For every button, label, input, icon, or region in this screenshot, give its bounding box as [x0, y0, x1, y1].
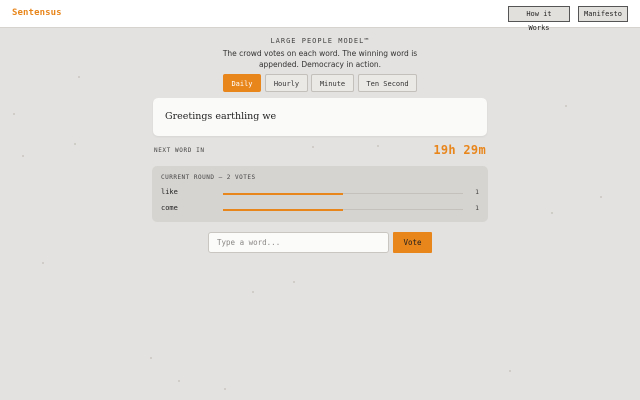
brand-logo[interactable]: Sentensus: [12, 8, 62, 18]
vote-bar-fill: [223, 208, 343, 211]
tab-daily[interactable]: Daily: [223, 74, 261, 92]
sentence-card: Greetings earthling we: [153, 98, 487, 136]
background-speck: [312, 146, 314, 148]
background-speck: [42, 262, 44, 264]
sentence-text: Greetings earthling we: [165, 111, 277, 122]
background-speck: [150, 357, 152, 359]
how-it-works-button[interactable]: How it Works: [508, 6, 570, 32]
vote-option-count: 1: [475, 188, 479, 196]
background-speck: [74, 143, 76, 145]
tab-minute[interactable]: Minute: [311, 74, 354, 92]
next-word-label: NEXT WORD IN: [154, 147, 205, 154]
vote-button[interactable]: Vote: [393, 232, 432, 253]
tab-hourly[interactable]: Hourly: [265, 74, 308, 92]
background-speck: [293, 281, 295, 283]
vote-bar-fill: [223, 192, 343, 195]
page-subtitle: The crowd votes on each word. The winnin…: [222, 49, 418, 69]
background-speck: [565, 105, 567, 107]
page-title: LARGE PEOPLE MODEL™: [270, 37, 370, 45]
vote-bar-track: [223, 208, 463, 211]
countdown-timer: 19h 29m: [433, 143, 486, 157]
background-speck: [78, 76, 80, 78]
vote-option-row: like 1: [152, 188, 488, 198]
vote-option-count: 1: [475, 204, 479, 212]
tab-ten-second[interactable]: Ten Second: [358, 74, 417, 92]
background-speck: [551, 212, 553, 214]
word-input[interactable]: [208, 232, 389, 253]
background-speck: [377, 145, 379, 147]
current-round-panel: CURRENT ROUND — 2 VOTES like 1 come 1: [152, 166, 488, 222]
top-bar: Sentensus How it Works Manifesto: [0, 0, 640, 32]
manifesto-button[interactable]: Manifesto: [578, 6, 628, 22]
round-label: CURRENT ROUND — 2 VOTES: [161, 174, 256, 181]
vote-option-word: come: [161, 204, 178, 212]
background-speck: [224, 388, 226, 390]
background-speck: [178, 380, 180, 382]
background-speck: [13, 113, 15, 115]
background-speck: [509, 370, 511, 372]
vote-option-row: come 1: [152, 204, 488, 214]
background-speck: [252, 291, 254, 293]
background-speck: [22, 155, 24, 157]
vote-bar-track: [223, 192, 463, 195]
background-speck: [600, 196, 602, 198]
vote-option-word: like: [161, 188, 178, 196]
